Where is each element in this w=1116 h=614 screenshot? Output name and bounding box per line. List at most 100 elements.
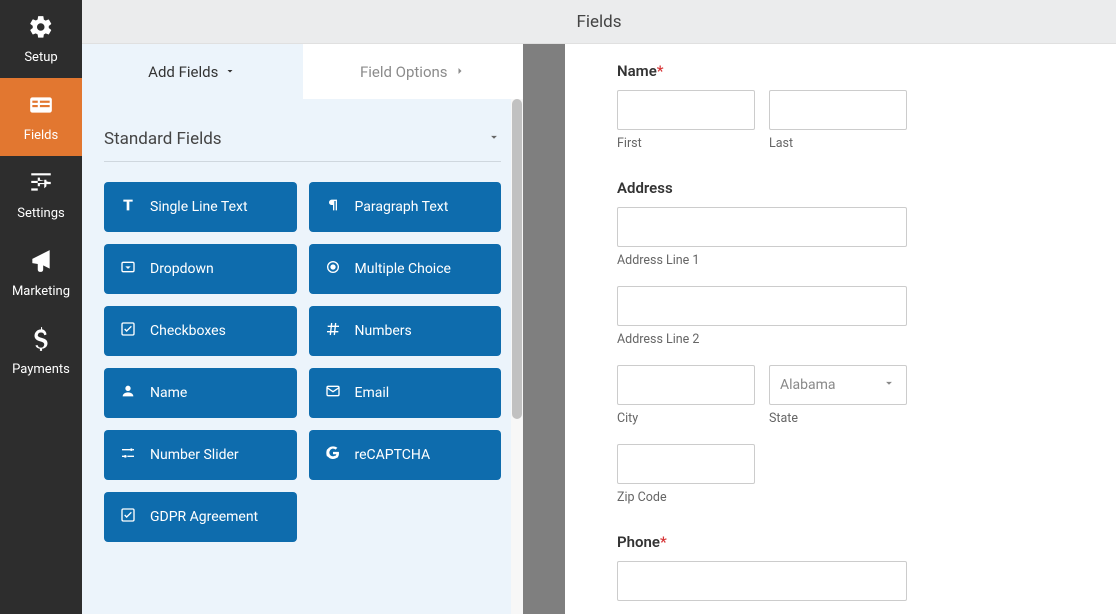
label-text: Phone [617, 533, 660, 551]
standard-fields-title: Standard Fields [104, 129, 222, 149]
panel-gutter [523, 44, 565, 614]
panel-scrollbar-thumb[interactable] [512, 99, 522, 419]
last-sublabel: Last [769, 136, 907, 151]
city-sublabel: City [617, 411, 755, 426]
field-label: reCAPTCHA [355, 447, 431, 463]
nav-setup-label: Setup [24, 50, 57, 65]
sliders-icon [120, 445, 136, 465]
dollar-icon [28, 326, 54, 356]
field-label: Checkboxes [150, 323, 226, 339]
addr1-col: Address Line 1 [617, 207, 1076, 268]
last-name-col: Last [769, 90, 907, 151]
hash-icon [325, 321, 341, 341]
standard-fields-group-header[interactable]: Standard Fields [104, 129, 501, 162]
field-numbers[interactable]: Numbers [309, 306, 502, 356]
field-dropdown[interactable]: Dropdown [104, 244, 297, 294]
field-label: Dropdown [150, 261, 214, 277]
field-gdpr[interactable]: GDPR Agreement [104, 492, 297, 542]
state-value: Alabama [780, 377, 836, 393]
field-name[interactable]: Name [104, 368, 297, 418]
fields-panel: Add Fields Field Options Standard Fields [82, 44, 523, 614]
form-icon [28, 92, 54, 122]
required-star: * [660, 533, 667, 551]
name-row: First Last [617, 90, 1076, 151]
addr1-sublabel: Address Line 1 [617, 253, 1076, 268]
phone-input[interactable] [617, 561, 907, 601]
text-icon [120, 197, 136, 217]
field-paragraph-text[interactable]: Paragraph Text [309, 182, 502, 232]
state-select[interactable]: Alabama [769, 365, 907, 405]
address-line-2-input[interactable] [617, 286, 907, 326]
gear-icon [28, 14, 54, 44]
city-state-row: City Alabama State [617, 365, 1076, 426]
field-label: Number Slider [150, 447, 239, 463]
field-label: Multiple Choice [355, 261, 451, 277]
checkbox-icon [120, 321, 136, 341]
paragraph-icon [325, 197, 341, 217]
dropdown-icon [120, 259, 136, 279]
builder: Fields Add Fields Field Options [82, 0, 1116, 614]
last-name-input[interactable] [769, 90, 907, 130]
chevron-down-icon [882, 376, 896, 394]
first-sublabel: First [617, 136, 755, 151]
builder-header: Fields [82, 0, 1116, 44]
name-field-label: Name* [617, 62, 1076, 80]
envelope-icon [325, 383, 341, 403]
page-title: Fields [576, 12, 621, 32]
google-icon [325, 445, 341, 465]
zip-sublabel: Zip Code [617, 490, 1076, 505]
nav-marketing[interactable]: Marketing [0, 234, 82, 312]
first-name-input[interactable] [617, 90, 755, 130]
tab-field-options-label: Field Options [360, 63, 448, 81]
tab-add-fields[interactable]: Add Fields [82, 44, 303, 99]
radio-icon [325, 259, 341, 279]
first-name-col: First [617, 90, 755, 151]
field-label: Email [355, 385, 390, 401]
nav-payments-label: Payments [12, 362, 70, 377]
chevron-down-icon [487, 129, 501, 149]
field-multiple-choice[interactable]: Multiple Choice [309, 244, 502, 294]
nav-fields-label: Fields [24, 128, 58, 143]
zip-col: Zip Code [617, 444, 1076, 505]
field-recaptcha[interactable]: reCAPTCHA [309, 430, 502, 480]
address-field-label: Address [617, 179, 1076, 197]
standard-fields-grid: Single Line Text Paragraph Text Dropdown… [104, 182, 501, 542]
address-line-1-input[interactable] [617, 207, 907, 247]
required-star: * [657, 62, 664, 80]
field-label: Single Line Text [150, 199, 248, 215]
city-col: City [617, 365, 755, 426]
addr2-sublabel: Address Line 2 [617, 332, 1076, 347]
nav-marketing-label: Marketing [12, 284, 70, 299]
nav-settings[interactable]: Settings [0, 156, 82, 234]
label-text: Name [617, 62, 657, 80]
city-input[interactable] [617, 365, 755, 405]
zip-input[interactable] [617, 444, 755, 484]
phone-field-label: Phone* [617, 533, 1076, 551]
addr2-col: Address Line 2 [617, 286, 1076, 347]
sliders-icon [28, 170, 54, 200]
fields-scroll-area: Standard Fields Single Line Text Paragra… [82, 99, 523, 562]
nav-settings-label: Settings [17, 206, 64, 221]
field-checkboxes[interactable]: Checkboxes [104, 306, 297, 356]
nav-setup[interactable]: Setup [0, 0, 82, 78]
form-preview: Name* First Last Address Address Line 1 [565, 44, 1116, 614]
field-single-line-text[interactable]: Single Line Text [104, 182, 297, 232]
tab-field-options[interactable]: Field Options [303, 44, 524, 99]
field-label: Paragraph Text [355, 199, 449, 215]
field-label: Numbers [355, 323, 412, 339]
checkbox-icon [120, 507, 136, 527]
bullhorn-icon [28, 248, 54, 278]
user-icon [120, 383, 136, 403]
tab-add-fields-label: Add Fields [148, 63, 218, 81]
nav-fields[interactable]: Fields [0, 78, 82, 156]
field-number-slider[interactable]: Number Slider [104, 430, 297, 480]
state-col: Alabama State [769, 365, 907, 426]
builder-body: Add Fields Field Options Standard Fields [82, 44, 1116, 614]
field-label: Name [150, 385, 187, 401]
chevron-down-icon [224, 63, 236, 81]
state-sublabel: State [769, 411, 907, 426]
field-email[interactable]: Email [309, 368, 502, 418]
nav-payments[interactable]: Payments [0, 312, 82, 390]
field-label: GDPR Agreement [150, 509, 258, 525]
fields-tabs: Add Fields Field Options [82, 44, 523, 99]
